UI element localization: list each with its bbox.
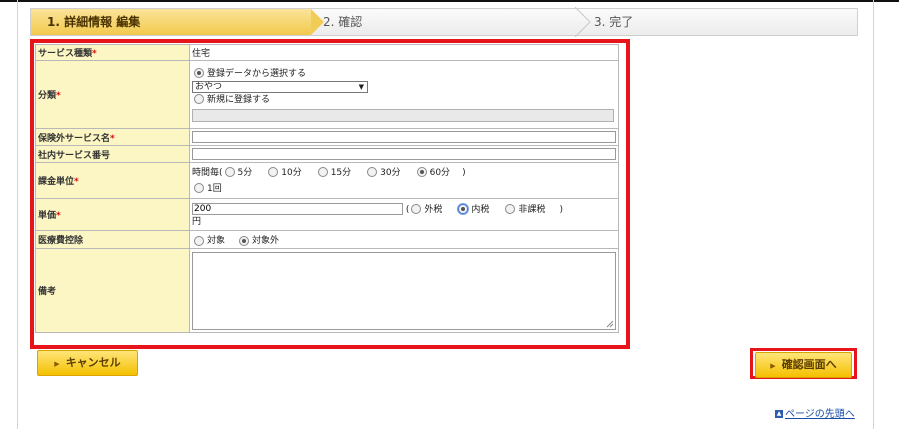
required-mark: * bbox=[74, 177, 79, 187]
billing-suffix: ) bbox=[462, 167, 466, 178]
required-mark: * bbox=[110, 133, 115, 144]
tax-close: ) bbox=[559, 204, 563, 215]
row-uninsured-service-name: 保険外サービス名* bbox=[35, 128, 619, 146]
category-select-value: おやつ bbox=[195, 81, 223, 92]
radio-register-new[interactable] bbox=[194, 94, 204, 104]
radio-billing-60min[interactable] bbox=[416, 167, 427, 177]
radio-tax-exempt[interactable] bbox=[505, 204, 516, 214]
radio-tax-inclusive[interactable] bbox=[458, 204, 469, 214]
row-billing-unit: 課金単位* 時間毎( 5分 10分 15分 30分 60分) 1回 bbox=[35, 162, 619, 199]
option-new-label: 新規に登録する bbox=[207, 94, 271, 105]
required-mark: * bbox=[92, 49, 97, 59]
step-confirm: 2. 確認 bbox=[323, 15, 363, 29]
billing-prefix: 時間毎( bbox=[192, 167, 223, 178]
required-mark: * bbox=[56, 91, 61, 101]
tax-open: ( bbox=[405, 204, 410, 215]
cancel-label: キャンセル bbox=[65, 356, 121, 369]
tax-exempt-label: 非課税 bbox=[518, 204, 546, 215]
option-registered-label: 登録データから選択する bbox=[207, 68, 307, 79]
content-border-left bbox=[17, 0, 18, 429]
step-separator-icon bbox=[574, 7, 591, 37]
label-medical-deduction: 医療費控除 bbox=[35, 230, 190, 249]
page-top-link[interactable]: ▲ ページの先頭へ bbox=[775, 405, 855, 420]
radio-billing-once[interactable] bbox=[194, 183, 204, 193]
billing-30min-label: 30分 bbox=[380, 167, 401, 178]
tax-inclusive-label: 内税 bbox=[471, 204, 490, 215]
label-category: 分類 bbox=[38, 91, 57, 101]
radio-billing-10min[interactable] bbox=[268, 167, 279, 177]
arrow-right-icon: ▶ bbox=[770, 362, 776, 370]
label-uninsured-service-name: 保険外サービス名 bbox=[38, 133, 111, 144]
billing-10min-label: 10分 bbox=[281, 167, 302, 178]
category-select[interactable]: おやつ ▼ bbox=[192, 80, 368, 93]
billing-15min-label: 15分 bbox=[330, 167, 352, 178]
page-top-label: ページの先頭へ bbox=[785, 409, 855, 420]
top-rule bbox=[0, 0, 899, 2]
confirm-screen-button[interactable]: ▶ 確認画面へ bbox=[755, 352, 852, 378]
step-complete: 3. 完了 bbox=[594, 15, 634, 29]
required-mark: * bbox=[56, 211, 61, 221]
internal-service-number-input[interactable] bbox=[192, 148, 616, 160]
content-border-right bbox=[873, 0, 874, 429]
radio-billing-30min[interactable] bbox=[367, 167, 378, 177]
row-medical-deduction: 医療費控除 対象 対象外 bbox=[35, 230, 619, 249]
row-unit-price: 単価* ( 外税 内税 非課税) 円 bbox=[35, 198, 619, 231]
row-remarks: 備考 bbox=[35, 248, 619, 333]
chevron-down-icon: ▼ bbox=[358, 82, 364, 91]
label-remarks: 備考 bbox=[35, 248, 190, 333]
remarks-textarea[interactable] bbox=[192, 251, 616, 330]
label-internal-service-number: 社内サービス番号 bbox=[35, 145, 190, 163]
new-category-input bbox=[192, 108, 614, 122]
radio-tax-exclusive[interactable] bbox=[411, 204, 422, 214]
confirm-label: 確認画面へ bbox=[781, 358, 837, 371]
billing-60min-label: 60分 bbox=[429, 167, 451, 178]
billing-once-label: 1回 bbox=[207, 183, 222, 194]
arrow-right-icon: ▶ bbox=[54, 360, 60, 368]
resize-grip-icon[interactable] bbox=[606, 320, 614, 328]
billing-5min-label: 5分 bbox=[237, 167, 253, 178]
radio-deduction-ineligible[interactable] bbox=[239, 235, 250, 246]
label-service-type: サービス種類 bbox=[38, 49, 93, 59]
label-unit-price: 単価 bbox=[38, 211, 57, 221]
label-billing-unit: 課金単位 bbox=[38, 177, 75, 187]
uninsured-service-name-input[interactable] bbox=[192, 131, 616, 143]
deduction-eligible-label: 対象 bbox=[207, 236, 226, 246]
service-type-value: 住宅 bbox=[189, 44, 619, 61]
deduction-ineligible-label: 対象外 bbox=[252, 236, 280, 246]
radio-deduction-eligible[interactable] bbox=[194, 235, 204, 246]
service-form: サービス種類* 住宅 分類* 登録データから選択する おやつ ▼ 新規に登録する … bbox=[35, 44, 619, 333]
row-internal-service-number: 社内サービス番号 bbox=[35, 145, 619, 163]
row-service-type: サービス種類* 住宅 bbox=[35, 44, 619, 61]
radio-billing-15min[interactable] bbox=[317, 167, 328, 177]
radio-billing-5min[interactable] bbox=[224, 167, 235, 177]
radio-select-registered[interactable] bbox=[194, 68, 204, 78]
step-edit-active: 1. 詳細情報 編集 bbox=[31, 9, 311, 35]
currency-unit: 円 bbox=[192, 216, 202, 227]
row-category: 分類* 登録データから選択する おやつ ▼ 新規に登録する bbox=[35, 60, 619, 129]
arrow-up-icon: ▲ bbox=[775, 410, 783, 418]
step-indicator: 1. 詳細情報 編集 2. 確認 3. 完了 bbox=[30, 7, 858, 37]
cancel-button[interactable]: ▶ キャンセル bbox=[37, 350, 138, 376]
unit-price-input[interactable] bbox=[192, 203, 403, 215]
tax-exclusive-label: 外税 bbox=[424, 204, 443, 215]
